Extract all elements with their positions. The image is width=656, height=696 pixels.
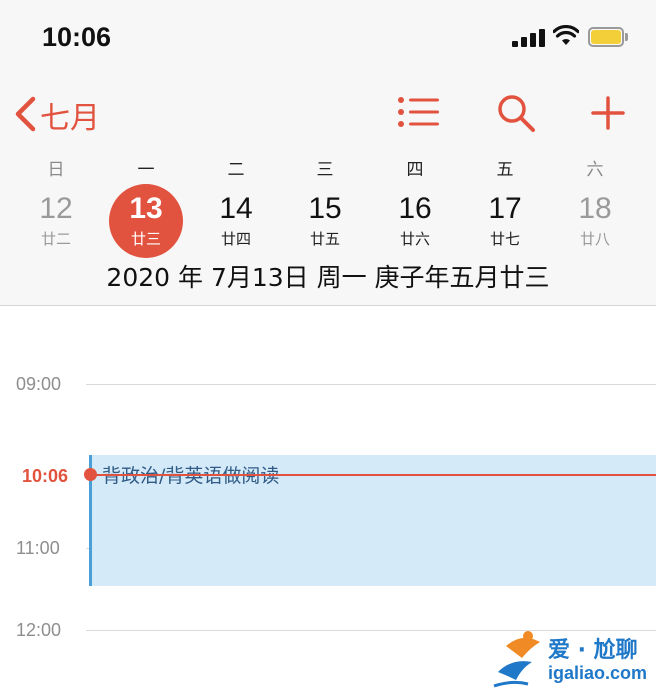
search-icon[interactable] <box>496 93 536 133</box>
selected-date-text: 2020 年 7月13日 周一 庚子年五月廿三 <box>106 263 550 292</box>
watermark: 爱 · 尬聊 igaliao.com <box>492 628 652 690</box>
day-number: 16 <box>398 192 432 225</box>
watermark-title: 爱 · 尬聊 <box>548 638 638 663</box>
day-cell[interactable]: 15 廿五 <box>288 184 362 258</box>
current-time-dot <box>84 468 97 481</box>
weekday-fri: 五 <box>496 160 514 180</box>
calendar-header: 10:06 七月 日 一 二 三 四 五 六 12 廿二 13 廿三 14 廿四… <box>0 0 656 306</box>
wifi-icon <box>553 25 579 45</box>
hour-label: 12:00 <box>16 620 62 640</box>
day-cell[interactable]: 17 廿七 <box>468 184 542 258</box>
weekday-tue: 二 <box>227 160 245 180</box>
lunar-date: 廿三 <box>130 230 161 248</box>
day-number: 17 <box>488 192 522 225</box>
day-cell[interactable]: 16 廿六 <box>378 184 452 258</box>
day-cell[interactable]: 12 廿二 <box>19 184 93 258</box>
weekday-wed: 三 <box>316 160 334 180</box>
list-icon[interactable] <box>397 96 439 128</box>
weekday-thu: 四 <box>406 160 424 180</box>
day-cell[interactable]: 14 廿四 <box>199 184 273 258</box>
day-number: 14 <box>219 192 253 225</box>
lunar-date: 廿六 <box>399 230 430 248</box>
battery-icon <box>588 27 628 47</box>
back-chevron-icon[interactable] <box>12 95 38 133</box>
day-number: 18 <box>578 192 612 225</box>
weekday-sat: 六 <box>586 160 604 180</box>
day-number: 15 <box>308 192 342 225</box>
lunar-date: 廿七 <box>489 230 520 248</box>
day-number: 13 <box>129 192 163 225</box>
day-number: 12 <box>39 192 73 225</box>
weekday-sun: 日 <box>47 160 65 180</box>
add-event-icon[interactable] <box>590 95 626 131</box>
status-time: 10:06 <box>42 22 112 52</box>
hour-label: 11:00 <box>16 538 60 558</box>
cellular-signal-icon <box>512 29 546 47</box>
lunar-date: 廿二 <box>40 230 71 248</box>
back-to-month-button[interactable]: 七月 <box>40 93 100 137</box>
hour-label: 09:00 <box>16 374 62 394</box>
hour-gridline <box>86 384 656 385</box>
day-cell[interactable]: 18 廿八 <box>558 184 632 258</box>
lunar-date: 廿四 <box>220 230 251 248</box>
lunar-date: 廿八 <box>579 230 610 248</box>
watermark-url: igaliao.com <box>548 663 648 683</box>
weekday-mon: 一 <box>137 160 155 180</box>
watermark-logo-icon <box>493 631 540 688</box>
day-cell-selected[interactable]: 13 廿三 <box>109 184 183 258</box>
current-time-label: 10:06 <box>22 466 69 486</box>
current-time-line <box>90 474 656 476</box>
lunar-date: 廿五 <box>309 230 340 248</box>
